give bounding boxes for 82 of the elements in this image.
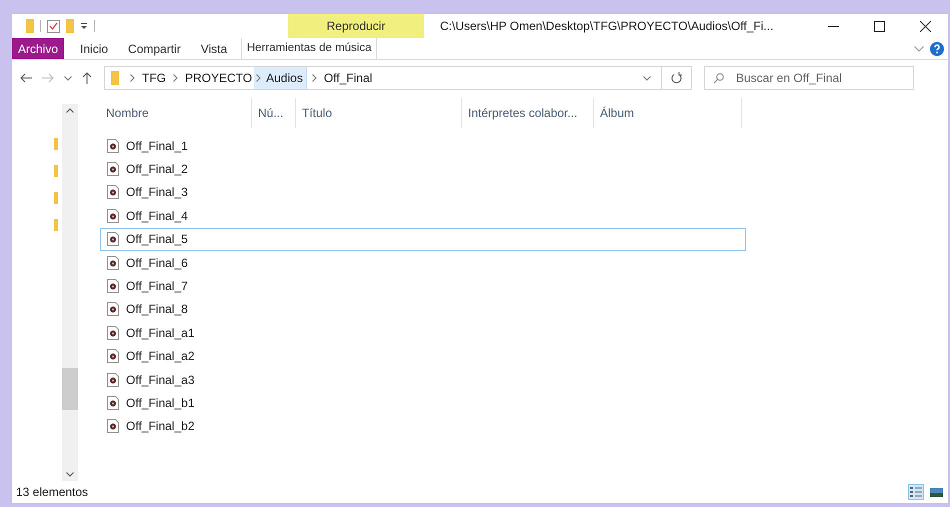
file-row[interactable]: Off_Final_4	[100, 204, 746, 228]
audio-file-icon	[107, 279, 119, 294]
folder-icon	[111, 71, 119, 85]
audio-file-icon	[107, 372, 119, 387]
file-row[interactable]: Off_Final_5	[100, 228, 746, 251]
file-row[interactable]: Off_Final_3	[100, 180, 746, 204]
chevron-down-icon[interactable]	[64, 76, 72, 80]
audio-file-icon	[107, 208, 119, 223]
scrollbar[interactable]	[62, 104, 78, 481]
scroll-up-icon[interactable]	[66, 108, 74, 113]
close-icon	[920, 20, 930, 32]
chevron-right-icon	[130, 74, 135, 82]
column-header[interactable]: Nombre	[100, 98, 252, 128]
scrollbar-thumb[interactable]	[62, 368, 78, 410]
file-row[interactable]: Off_Final_a3	[100, 368, 746, 392]
column-header[interactable]: Intérpretes colabor...	[462, 98, 594, 128]
file-name: Off_Final_b2	[126, 418, 194, 436]
breadcrumb-item[interactable]: TFG	[140, 69, 168, 87]
folder-icon	[26, 19, 34, 33]
audio-file-icon	[107, 232, 119, 246]
audio-file-icon	[107, 419, 119, 434]
audio-file-icon	[107, 138, 119, 153]
audio-file-icon	[107, 162, 119, 176]
chevron-down-icon[interactable]	[914, 46, 924, 52]
file-name: Off_Final_2	[126, 161, 188, 178]
breadcrumb-item[interactable]: Audios	[263, 67, 307, 89]
file-row[interactable]: Off_Final_2	[100, 157, 746, 181]
dropdown-icon[interactable]	[80, 22, 88, 30]
file-row[interactable]: Off_Final_7	[100, 274, 746, 298]
file-row[interactable]: Off_Final_b2	[100, 414, 746, 438]
file-row[interactable]: Off_Final_b1	[100, 391, 746, 415]
file-name: Off_Final_1	[126, 138, 188, 155]
file-name: Off_Final_6	[126, 254, 188, 272]
file-name: Off_Final_b1	[126, 394, 194, 412]
breadcrumb-item[interactable]: PROYECTO	[183, 69, 254, 87]
item-count: 13 elementos	[16, 484, 88, 501]
chevron-right-icon	[312, 74, 317, 82]
audio-file-icon	[107, 256, 119, 270]
file-name: Off_Final_7	[126, 278, 188, 296]
new-folder-icon	[66, 19, 74, 33]
audio-file-icon	[107, 349, 119, 364]
column-header[interactable]: Título	[296, 98, 462, 128]
file-name: Off_Final_4	[126, 208, 188, 225]
file-row[interactable]: Off_Final_1	[100, 134, 746, 158]
ribbon-tab[interactable]: Vista	[190, 38, 238, 59]
audio-file-icon	[107, 326, 119, 340]
file-row[interactable]: Off_Final_8	[100, 298, 746, 322]
file-name: Off_Final_a3	[126, 372, 194, 389]
file-name: Off_Final_8	[126, 301, 188, 318]
search-field[interactable]: Buscar en Off_Final	[704, 66, 914, 90]
refresh-icon	[671, 72, 682, 84]
file-name: Off_Final_a1	[126, 324, 194, 342]
help-icon[interactable]	[930, 42, 944, 56]
back-arrow-icon[interactable]	[20, 73, 32, 83]
search-icon	[713, 73, 724, 84]
chevron-down-icon[interactable]	[643, 76, 651, 80]
audio-file-icon	[107, 396, 119, 410]
chevron-right-icon	[173, 74, 178, 82]
ribbon-tab[interactable]: Inicio	[70, 38, 118, 59]
ribbon-tab[interactable]: Compartir	[118, 38, 191, 59]
address-bar[interactable]: TFG PROYECTO Audios Off_Final	[104, 66, 692, 90]
ribbon-tab[interactable]: Herramientas de música	[246, 40, 372, 58]
breadcrumb-item[interactable]: Off_Final	[322, 69, 374, 87]
column-header[interactable]: Álbum	[594, 98, 742, 128]
scroll-down-icon[interactable]	[66, 472, 74, 477]
ribbon-tab[interactable]: Archivo	[12, 38, 64, 59]
maximize-icon	[874, 20, 884, 32]
file-row[interactable]: Off_Final_6	[100, 250, 746, 274]
audio-file-icon	[107, 302, 119, 316]
file-name: Off_Final_a2	[126, 348, 194, 366]
contextual-tab-header: Reproducir	[288, 14, 424, 38]
up-arrow-icon[interactable]	[82, 72, 92, 84]
window-title: C:\Users\HP Omen\Desktop\TFG\PROYECTO\Audios\Off_Fi...	[440, 18, 774, 35]
properties-icon[interactable]	[47, 20, 60, 32]
file-name: Off_Final_5	[126, 231, 188, 248]
file-name: Off_Final_3	[126, 184, 188, 202]
file-row[interactable]: Off_Final_a1	[100, 321, 746, 345]
details-view-button[interactable]	[908, 484, 924, 500]
audio-file-icon	[107, 185, 119, 200]
chevron-right-icon	[254, 67, 264, 89]
file-row[interactable]: Off_Final_a2	[100, 344, 746, 368]
column-header[interactable]: Nú...	[252, 98, 296, 128]
